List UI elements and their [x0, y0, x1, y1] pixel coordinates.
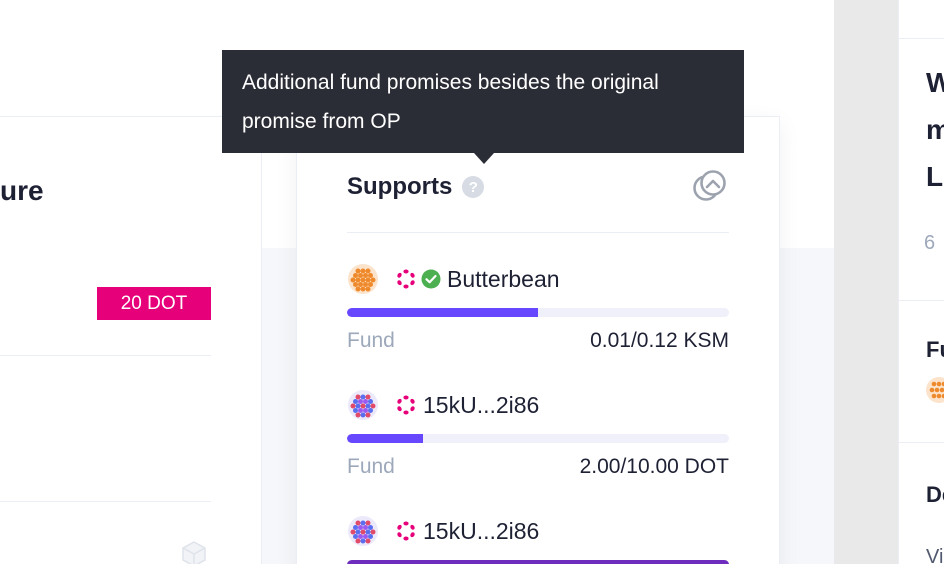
fund-amount: 0.01/0.12 KSM [590, 329, 729, 352]
coins-icon[interactable] [693, 169, 727, 203]
avatar [926, 377, 944, 403]
bounty-card-left[interactable]: ure 20 DOT [0, 116, 262, 564]
fund-amount: 2.00/10.00 DOT [579, 455, 729, 478]
support-entry: 15kU...2i86 Fund 2.00/10.00 DOT [347, 388, 729, 479]
avatar[interactable] [347, 515, 379, 547]
column-gap [834, 0, 898, 564]
supports-card: Supports ? Butterbean Fund 0.01/0.12 KSM… [296, 116, 780, 564]
fund-label: Fund [347, 329, 395, 352]
verified-icon [421, 269, 441, 289]
count-text: 6 [924, 232, 936, 254]
bounty-title: ure [0, 175, 44, 206]
fund-progress-bar [347, 434, 729, 443]
support-entry: 15kU...2i86 [347, 514, 729, 564]
supporter-name[interactable]: Butterbean [447, 266, 560, 293]
supports-title: Supports [347, 173, 453, 200]
fund-progress-bar [347, 560, 729, 564]
card-title-line: La [926, 161, 944, 192]
bounty-card-right[interactable]: W m La 6 Fu De Vi [898, 0, 944, 564]
avatar[interactable] [347, 263, 379, 295]
section-heading: De [926, 482, 944, 507]
polkadot-icon [397, 521, 415, 541]
body-text: Vi [926, 546, 944, 564]
fund-progress-fill [347, 560, 729, 564]
supporter-name[interactable]: 15kU...2i86 [423, 518, 539, 545]
reward-badge: 20 DOT [97, 287, 211, 320]
help-tooltip: Additional fund promises besides the ori… [222, 50, 744, 153]
divider [899, 300, 944, 301]
fund-progress-fill [347, 308, 538, 317]
fund-label: Fund [347, 455, 395, 478]
polkadot-icon [397, 395, 415, 415]
tooltip-line: promise from OP [242, 110, 401, 133]
fund-progress-bar [347, 308, 729, 317]
cube-icon [182, 541, 206, 564]
support-entry: Butterbean Fund 0.01/0.12 KSM [347, 262, 729, 353]
avatar[interactable] [347, 389, 379, 421]
divider [899, 442, 944, 443]
section-heading: Fu [926, 337, 944, 362]
tooltip-line: Additional fund promises besides the ori… [242, 71, 659, 94]
card-title-line: W [926, 66, 944, 100]
divider [0, 501, 211, 502]
supports-header: Supports ? [347, 173, 485, 201]
fund-progress-fill [347, 434, 424, 443]
divider [347, 232, 729, 233]
tooltip-arrow [474, 153, 494, 164]
polkadot-icon [397, 269, 415, 289]
help-icon[interactable]: ? [462, 176, 485, 198]
card-title-line: m [926, 113, 944, 147]
divider [899, 38, 944, 39]
supporter-name[interactable]: 15kU...2i86 [423, 392, 539, 419]
divider [0, 355, 211, 356]
